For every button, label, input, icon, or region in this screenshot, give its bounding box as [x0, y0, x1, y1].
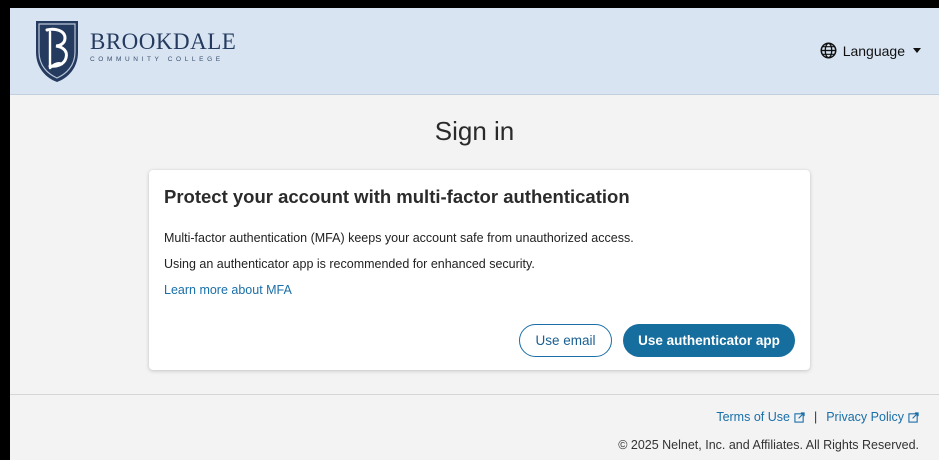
college-name: BROOKDALE	[90, 29, 237, 54]
college-subtitle: COMMUNITY COLLEGE	[90, 56, 224, 63]
learn-more-mfa-link[interactable]: Learn more about MFA	[164, 283, 292, 297]
external-link-icon	[794, 411, 805, 423]
copyright-text: © 2025 Nelnet, Inc. and Affiliates. All …	[618, 438, 919, 452]
header: BROOKDALE COMMUNITY COLLEGE Language	[10, 8, 939, 95]
terms-of-use-link[interactable]: Terms of Use	[716, 410, 805, 424]
shield-logo-icon	[36, 21, 78, 82]
caret-down-icon	[913, 48, 921, 53]
use-email-button[interactable]: Use email	[519, 324, 612, 357]
external-link-icon	[908, 411, 919, 423]
page: BROOKDALE COMMUNITY COLLEGE Language Sig…	[10, 8, 939, 460]
footer-separator: |	[813, 410, 818, 424]
college-logo[interactable]: BROOKDALE COMMUNITY COLLEGE	[32, 18, 236, 84]
mfa-description: Multi-factor authentication (MFA) keeps …	[164, 231, 634, 245]
mfa-recommendation: Using an authenticator app is recommende…	[164, 257, 535, 271]
use-authenticator-app-button[interactable]: Use authenticator app	[623, 324, 795, 357]
footer-links: Terms of Use | Privacy Policy	[716, 410, 919, 424]
logo-wordmark: BROOKDALE COMMUNITY COLLEGE	[90, 29, 236, 65]
card-heading: Protect your account with multi-factor a…	[164, 186, 630, 207]
terms-label: Terms of Use	[716, 410, 790, 424]
language-dropdown[interactable]: Language	[820, 42, 921, 59]
privacy-policy-link[interactable]: Privacy Policy	[826, 410, 919, 424]
language-label: Language	[842, 42, 905, 59]
footer-divider	[10, 394, 939, 395]
mfa-card: Protect your account with multi-factor a…	[149, 170, 810, 370]
globe-icon	[820, 42, 837, 59]
privacy-label: Privacy Policy	[826, 410, 904, 424]
page-title: Sign in	[434, 116, 515, 146]
